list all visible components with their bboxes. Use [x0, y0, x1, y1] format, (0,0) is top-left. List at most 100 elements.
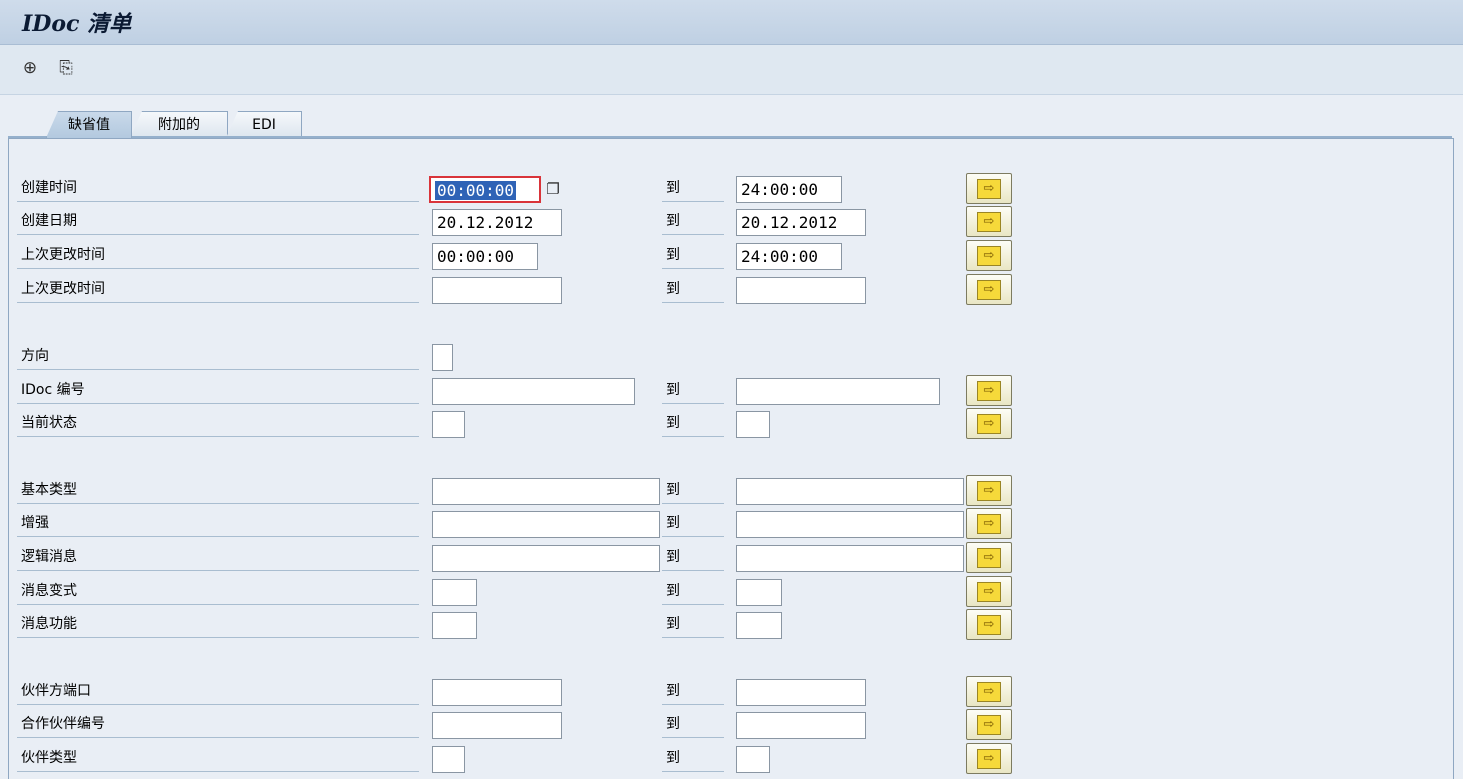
variant-icon[interactable]: ⎘	[55, 57, 77, 79]
logical-message-from-input[interactable]	[432, 545, 660, 572]
message-function-from-input[interactable]	[432, 612, 477, 639]
partner-number-from-input[interactable]	[432, 712, 562, 739]
field-label: IDoc 编号	[17, 377, 419, 404]
to-label: 到	[662, 544, 724, 571]
create-date-from-input[interactable]: 20.12.2012	[432, 209, 562, 236]
multiple-selection-button[interactable]: ⇨	[966, 173, 1012, 204]
field-label: 当前状态	[17, 410, 419, 437]
partner-number-to-input[interactable]	[736, 712, 866, 739]
field-label: 伙伴类型	[17, 745, 419, 772]
message-variant-to-input[interactable]	[736, 579, 782, 606]
row-partner-type: 伙伴类型 到 ⇨	[0, 743, 1463, 777]
row-idoc-number: IDoc 编号 到 ⇨	[0, 375, 1463, 409]
idoc-number-to-input[interactable]	[736, 378, 940, 405]
to-label: 到	[662, 711, 724, 738]
arrow-right-icon: ⇨	[977, 178, 1001, 199]
logical-message-to-input[interactable]	[736, 545, 964, 572]
multiple-selection-button[interactable]: ⇨	[966, 274, 1012, 305]
tab-edi[interactable]: EDI	[226, 111, 302, 138]
current-status-to-input[interactable]	[736, 411, 770, 438]
basic-type-from-input[interactable]	[432, 478, 660, 505]
row-last-change-time: 上次更改时间 00:00:00 到 24:00:00 ⇨	[0, 240, 1463, 274]
multiple-selection-icon[interactable]: ❐	[542, 179, 564, 199]
arrow-right-icon: ⇨	[977, 581, 1001, 602]
page-title: IDoc 清单	[22, 11, 132, 37]
extension-from-input[interactable]	[432, 511, 660, 538]
row-partner-port: 伙伴方端口 到 ⇨	[0, 676, 1463, 710]
multiple-selection-button[interactable]: ⇨	[966, 676, 1012, 707]
multiple-selection-button[interactable]: ⇨	[966, 508, 1012, 539]
partner-port-from-input[interactable]	[432, 679, 562, 706]
to-label: 到	[662, 208, 724, 235]
arrow-right-icon: ⇨	[977, 748, 1001, 769]
row-partner-number: 合作伙伴编号 到 ⇨	[0, 709, 1463, 743]
tab-defaults[interactable]: 缺省值	[46, 111, 132, 138]
row-last-change-date: 上次更改时间 到 ⇨	[0, 274, 1463, 308]
message-variant-from-input[interactable]	[432, 579, 477, 606]
arrow-right-icon: ⇨	[977, 211, 1001, 232]
multiple-selection-button[interactable]: ⇨	[966, 542, 1012, 573]
arrow-right-icon: ⇨	[977, 480, 1001, 501]
to-label: 到	[662, 477, 724, 504]
arrow-right-icon: ⇨	[977, 513, 1001, 534]
multiple-selection-button[interactable]: ⇨	[966, 206, 1012, 237]
to-label: 到	[662, 276, 724, 303]
field-label: 消息变式	[17, 578, 419, 605]
partner-type-to-input[interactable]	[736, 746, 770, 773]
field-label: 上次更改时间	[17, 242, 419, 269]
row-logical-message: 逻辑消息 到 ⇨	[0, 542, 1463, 576]
tab-additional[interactable]: 附加的	[130, 111, 228, 138]
arrow-right-icon: ⇨	[977, 380, 1001, 401]
current-status-from-input[interactable]	[432, 411, 465, 438]
last-change-date-to-input[interactable]	[736, 277, 866, 304]
last-change-time-to-input[interactable]: 24:00:00	[736, 243, 842, 270]
row-extension: 增强 到 ⇨	[0, 508, 1463, 542]
row-message-variant: 消息变式 到 ⇨	[0, 576, 1463, 610]
to-label: 到	[662, 410, 724, 437]
last-change-time-from-input[interactable]: 00:00:00	[432, 243, 538, 270]
create-time-to-input[interactable]: 24:00:00	[736, 176, 842, 203]
multiple-selection-button[interactable]: ⇨	[966, 475, 1012, 506]
field-label: 方向	[17, 343, 419, 370]
field-label: 增强	[17, 510, 419, 537]
row-current-status: 当前状态 到 ⇨	[0, 408, 1463, 442]
to-label: 到	[662, 745, 724, 772]
row-basic-type: 基本类型 到 ⇨	[0, 475, 1463, 509]
extension-to-input[interactable]	[736, 511, 964, 538]
arrow-right-icon: ⇨	[977, 614, 1001, 635]
multiple-selection-button[interactable]: ⇨	[966, 375, 1012, 406]
to-label: 到	[662, 578, 724, 605]
multiple-selection-button[interactable]: ⇨	[966, 576, 1012, 607]
row-create-date: 创建日期 20.12.2012 到 20.12.2012 ⇨	[0, 206, 1463, 240]
partner-port-to-input[interactable]	[736, 679, 866, 706]
to-label: 到	[662, 175, 724, 202]
direction-input[interactable]	[432, 344, 453, 371]
field-label: 逻辑消息	[17, 544, 419, 571]
create-time-from-input[interactable]: 00:00:00	[429, 176, 541, 203]
partner-type-from-input[interactable]	[432, 746, 465, 773]
multiple-selection-button[interactable]: ⇨	[966, 743, 1012, 774]
execute-icon[interactable]: ⊕	[19, 57, 41, 79]
arrow-right-icon: ⇨	[977, 279, 1001, 300]
field-label: 合作伙伴编号	[17, 711, 419, 738]
application-toolbar: ⊕ ⎘	[0, 45, 1463, 95]
basic-type-to-input[interactable]	[736, 478, 964, 505]
to-label: 到	[662, 242, 724, 269]
arrow-right-icon: ⇨	[977, 681, 1001, 702]
field-label: 伙伴方端口	[17, 678, 419, 705]
to-label: 到	[662, 510, 724, 537]
last-change-date-from-input[interactable]	[432, 277, 562, 304]
arrow-right-icon: ⇨	[977, 714, 1001, 735]
message-function-to-input[interactable]	[736, 612, 782, 639]
row-create-time: 创建时间 00:00:00 ❐ 到 24:00:00 ⇨	[0, 173, 1463, 207]
multiple-selection-button[interactable]: ⇨	[966, 408, 1012, 439]
idoc-number-from-input[interactable]	[432, 378, 635, 405]
field-label: 创建日期	[17, 208, 419, 235]
field-label: 基本类型	[17, 477, 419, 504]
multiple-selection-button[interactable]: ⇨	[966, 709, 1012, 740]
multiple-selection-button[interactable]: ⇨	[966, 609, 1012, 640]
multiple-selection-button[interactable]: ⇨	[966, 240, 1012, 271]
tab-strip: 缺省值 附加的 EDI	[0, 95, 1463, 139]
create-date-to-input[interactable]: 20.12.2012	[736, 209, 866, 236]
arrow-right-icon: ⇨	[977, 245, 1001, 266]
